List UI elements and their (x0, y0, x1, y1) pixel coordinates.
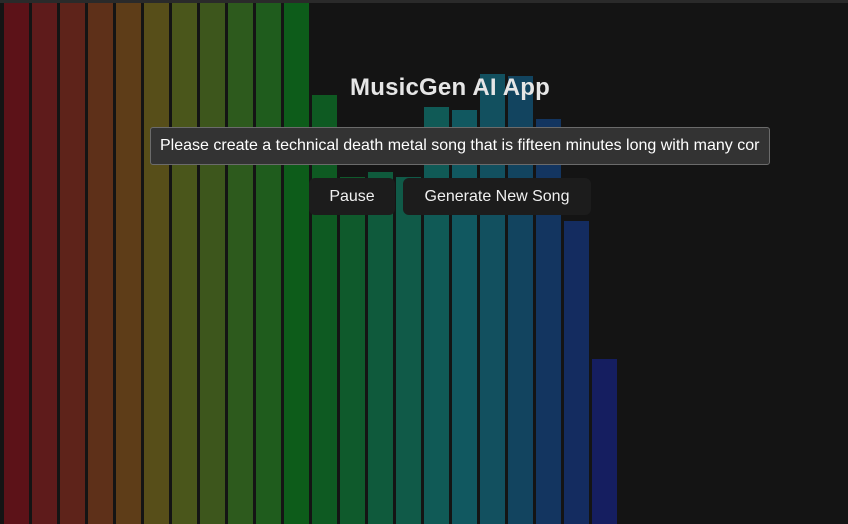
generate-song-button[interactable]: Generate New Song (403, 178, 591, 215)
app-window: MusicGen AI App Pause Generate New Song (0, 0, 848, 524)
pause-button[interactable]: Pause (309, 178, 395, 215)
app-title: MusicGen AI App (350, 74, 550, 101)
prompt-input[interactable] (150, 127, 770, 165)
control-panel: MusicGen AI App Pause Generate New Song (0, 0, 848, 524)
